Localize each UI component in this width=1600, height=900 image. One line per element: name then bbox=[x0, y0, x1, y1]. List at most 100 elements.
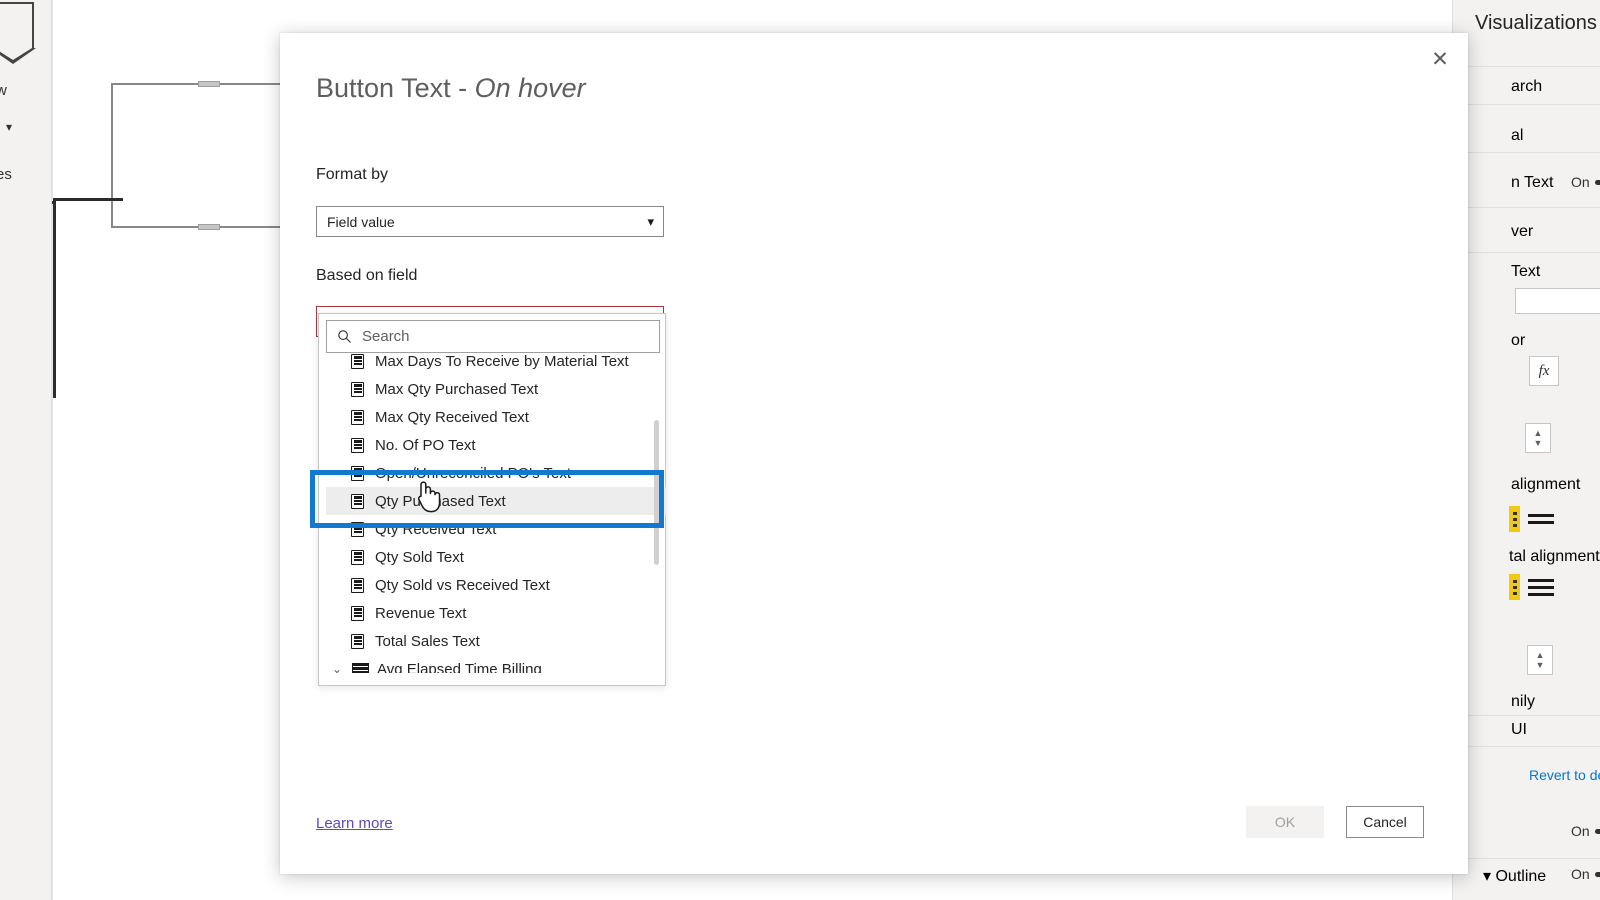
list-item[interactable]: Revenue Text bbox=[326, 599, 667, 627]
pane-on-hover-label[interactable]: ver bbox=[1511, 223, 1533, 241]
ok-button[interactable]: OK bbox=[1246, 806, 1324, 838]
pane-divider-2 bbox=[1453, 104, 1600, 105]
align-middle-icon[interactable] bbox=[1528, 514, 1554, 524]
size-spinner-2[interactable]: ▲ ▼ bbox=[1527, 645, 1553, 675]
measure-icon bbox=[351, 494, 364, 509]
pane-color-label: or bbox=[1511, 332, 1525, 350]
button-text-toggle[interactable]: On bbox=[1571, 174, 1600, 190]
list-item-label: Max Days To Receive by Material Text bbox=[375, 353, 629, 370]
resize-handle-bottom[interactable] bbox=[198, 224, 220, 230]
fx-button[interactable]: fx bbox=[1529, 356, 1559, 386]
outline-text: Outline bbox=[1495, 868, 1546, 885]
pane-divider-8 bbox=[1453, 858, 1600, 859]
screen: ··· w ▾ es Visualizations arch al n Text bbox=[0, 0, 1600, 900]
list-item[interactable]: Max Days To Receive by Material Text bbox=[326, 347, 667, 375]
measure-icon bbox=[351, 550, 364, 565]
selected-visual[interactable] bbox=[111, 83, 307, 228]
list-item[interactable]: Max Qty Received Text bbox=[326, 403, 667, 431]
align-selected-icon[interactable] bbox=[1509, 506, 1520, 532]
based-on-field-label: Based on field bbox=[316, 267, 417, 285]
pane-outline-label[interactable]: ▾ Outline bbox=[1483, 866, 1546, 886]
chevron-up-icon[interactable]: ▲ bbox=[1536, 650, 1545, 660]
list-item[interactable]: No. Of PO Text bbox=[326, 431, 667, 459]
list-item-label: Avg Elapsed Time Billing bbox=[377, 661, 542, 674]
list-item[interactable]: Max Qty Purchased Text bbox=[326, 375, 667, 403]
bottom-toggle[interactable]: On bbox=[1571, 823, 1600, 839]
list-item[interactable]: Qty Sold vs Received Text bbox=[326, 571, 667, 599]
toggle-state-label: On bbox=[1571, 866, 1590, 882]
pane-button-text-label: n Text bbox=[1511, 174, 1553, 192]
resize-handle-top[interactable] bbox=[198, 81, 220, 87]
chevron-down-icon[interactable]: ▼ bbox=[1536, 660, 1545, 670]
list-item[interactable]: Qty Sold Text bbox=[326, 543, 667, 571]
table-icon bbox=[352, 663, 369, 674]
format-by-value: Field value bbox=[327, 214, 395, 230]
list-item-label: Revenue Text bbox=[375, 605, 466, 622]
outline-toggle[interactable]: On bbox=[1571, 866, 1600, 882]
toggle-state-label: On bbox=[1571, 174, 1590, 190]
list-item-label: Qty Sold vs Received Text bbox=[375, 577, 550, 594]
list-item[interactable]: ⌄ Avg Elapsed Time Billing bbox=[326, 655, 667, 673]
chevron-down-icon[interactable]: ▾ bbox=[647, 207, 654, 236]
measure-icon bbox=[351, 438, 364, 453]
field-dropdown-panel: Search Max Days To Receive by Material T… bbox=[318, 313, 666, 686]
measure-icon bbox=[351, 522, 364, 537]
dialog-title: Button Text - On hover bbox=[316, 73, 586, 104]
pane-font-family-value[interactable]: UI bbox=[1511, 721, 1527, 739]
list-item-label: Open/Unreconciled PO's Text bbox=[375, 465, 571, 482]
learn-more-link[interactable]: Learn more bbox=[316, 815, 393, 832]
list-item[interactable]: Qty Received Text bbox=[326, 515, 667, 543]
pane-divider-4 bbox=[1453, 207, 1600, 208]
field-search-placeholder: Search bbox=[362, 328, 410, 345]
field-list[interactable]: Max Days To Receive by Material Text Max … bbox=[326, 347, 667, 673]
visualizations-pane: Visualizations arch al n Text On ver Tex… bbox=[1452, 0, 1600, 900]
field-list-scrollbar[interactable] bbox=[654, 360, 659, 680]
dialog-title-main: Button Text - bbox=[316, 73, 475, 103]
close-icon[interactable]: ✕ bbox=[1420, 41, 1460, 79]
measure-icon bbox=[351, 634, 364, 649]
list-item-label: No. Of PO Text bbox=[375, 437, 476, 454]
pane-divider-1 bbox=[1453, 66, 1600, 67]
measure-icon bbox=[351, 382, 364, 397]
measure-icon bbox=[351, 578, 364, 593]
pane-divider-7 bbox=[1453, 746, 1600, 747]
measure-icon bbox=[351, 354, 364, 369]
list-item-label: Qty Sold Text bbox=[375, 549, 464, 566]
search-icon bbox=[337, 329, 352, 344]
vertical-alignment-control[interactable] bbox=[1509, 506, 1554, 532]
revert-to-default-link[interactable]: Revert to defa bbox=[1529, 767, 1600, 783]
chevron-down-icon[interactable]: ▾ bbox=[6, 120, 12, 134]
list-item[interactable]: Total Sales Text bbox=[326, 627, 667, 655]
padding-spinner-1[interactable]: ▲ ▼ bbox=[1525, 423, 1551, 453]
align-selected-icon[interactable] bbox=[1509, 574, 1520, 600]
pane-search-label[interactable]: arch bbox=[1511, 78, 1542, 96]
list-item-label: Qty Received Text bbox=[375, 521, 496, 538]
align-justify-icon[interactable] bbox=[1528, 579, 1554, 596]
list-item-label: Total Sales Text bbox=[375, 633, 480, 650]
horizontal-alignment-control[interactable] bbox=[1509, 574, 1554, 600]
pane-horizontal-alignment-label: tal alignment bbox=[1509, 548, 1600, 566]
ribbon-strip[interactable]: w ▾ es bbox=[0, 0, 52, 900]
pane-text-input[interactable] bbox=[1515, 288, 1600, 314]
measure-icon bbox=[351, 410, 364, 425]
chevron-down-icon[interactable]: ▼ bbox=[1534, 438, 1543, 448]
list-item-label: Max Qty Purchased Text bbox=[375, 381, 538, 398]
toggle-switch-icon bbox=[1595, 872, 1600, 877]
list-item[interactable]: Open/Unreconciled PO's Text bbox=[326, 459, 667, 487]
format-by-select[interactable]: Field value ▾ bbox=[316, 206, 664, 237]
chevron-down-icon[interactable]: ▾ bbox=[1483, 868, 1491, 885]
pane-divider-3 bbox=[1453, 152, 1600, 153]
dialog-title-state: On hover bbox=[475, 73, 586, 103]
chevron-down-icon[interactable]: ⌄ bbox=[332, 662, 344, 673]
pane-divider-6 bbox=[1453, 715, 1600, 716]
list-item[interactable]: Qty Purchased Text bbox=[326, 487, 667, 515]
pane-general-label[interactable]: al bbox=[1511, 127, 1523, 145]
format-by-label: Format by bbox=[316, 166, 388, 184]
list-item-label: Max Qty Received Text bbox=[375, 409, 529, 426]
scrollbar-thumb[interactable] bbox=[654, 420, 659, 565]
chevron-up-icon[interactable]: ▲ bbox=[1534, 428, 1543, 438]
pane-vertical-alignment-label: alignment bbox=[1511, 476, 1580, 494]
pane-title: Visualizations bbox=[1453, 12, 1600, 35]
toggle-switch-icon bbox=[1595, 829, 1600, 834]
cancel-button[interactable]: Cancel bbox=[1346, 806, 1424, 838]
